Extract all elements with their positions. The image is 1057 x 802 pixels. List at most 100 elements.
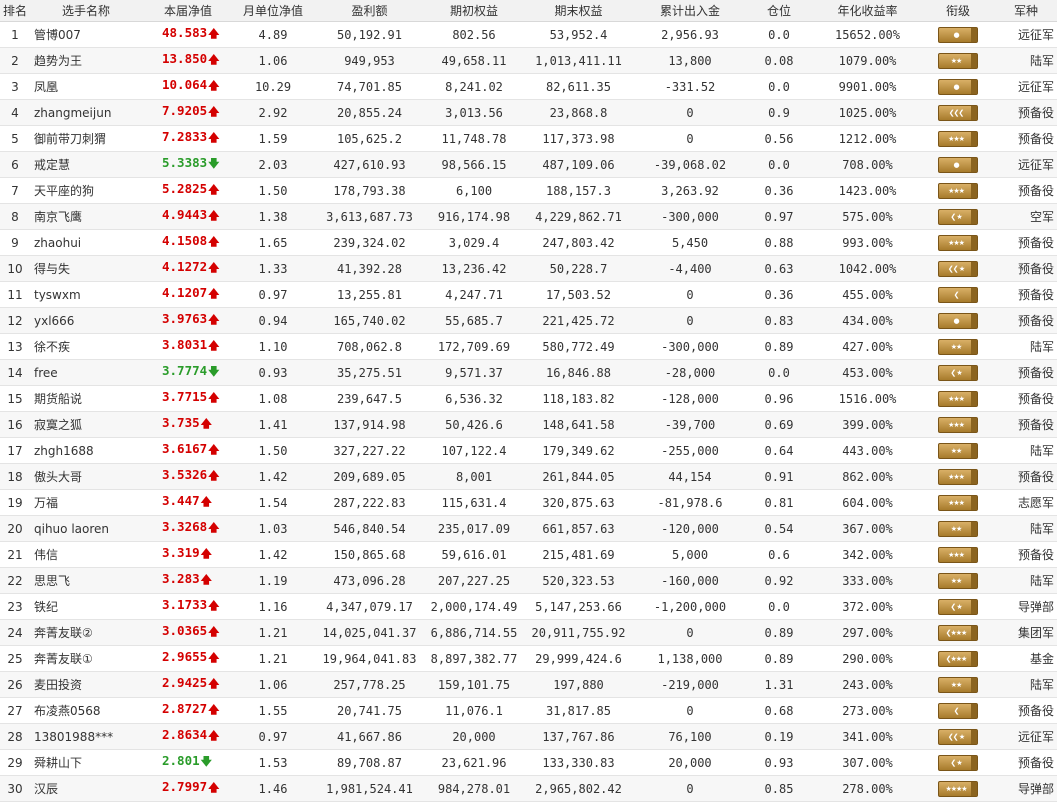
badge-insignia: ❮ ★ <box>950 212 962 221</box>
header-branch[interactable]: 军种 <box>995 0 1057 22</box>
player-name[interactable]: 奔菁友联② <box>30 619 142 646</box>
position-cell: 0.08 <box>744 47 814 74</box>
nav-value: 5.3383 <box>162 155 208 170</box>
monthly-nav-cell: 1.03 <box>234 515 312 542</box>
player-name[interactable]: 得与失 <box>30 255 142 282</box>
nav-value: 2.801 <box>162 753 200 768</box>
monthly-nav-cell: 1.54 <box>234 489 312 516</box>
table-row: 3 凤凰 10.064🡅 10.29 74,701.85 8,241.02 82,611.3… <box>0 73 1057 100</box>
player-name[interactable]: 舜耕山下 <box>30 749 142 776</box>
branch-cell: 预备役 <box>995 749 1057 776</box>
header-position[interactable]: 仓位 <box>744 0 814 22</box>
player-name[interactable]: free <box>30 359 142 386</box>
table-row: 7 天平座的狗 5.2825🡅 1.50 178,793.38 6,100 188,157.… <box>0 177 1057 204</box>
player-name[interactable]: yxl666 <box>30 307 142 334</box>
player-name[interactable]: zhgh1688 <box>30 437 142 464</box>
table-row: 11 tyswxm 4.1207🡅 0.97 13,255.81 4,247.71 17,5… <box>0 281 1057 308</box>
header-net-flow[interactable]: 累计出入金 <box>636 0 744 22</box>
player-name[interactable]: 期货船说 <box>30 385 142 412</box>
rank-badge-icon: ★★ <box>938 52 978 69</box>
rank-cell: 4 <box>0 99 30 126</box>
arrow-up-icon: 🡅 <box>208 521 220 534</box>
player-name[interactable]: 13801988*** <box>30 723 142 750</box>
nav-cell: 48.583🡅 <box>142 21 234 48</box>
profit-cell: 74,701.85 <box>312 73 427 100</box>
table-row: 4 zhangmeijun 7.9205🡅 2.92 20,855.24 3,013.56… <box>0 99 1057 126</box>
player-name[interactable]: 傲头大哥 <box>30 463 142 490</box>
monthly-nav-cell: 1.42 <box>234 541 312 568</box>
nav-value: 3.7774 <box>162 363 208 378</box>
player-name[interactable]: zhaohui <box>30 229 142 256</box>
profit-cell: 239,647.5 <box>312 385 427 412</box>
table-row: 23 铁纪 3.1733🡅 1.16 4,347,079.17 2,000,174.49 5… <box>0 593 1057 620</box>
monthly-nav-cell: 0.94 <box>234 307 312 334</box>
header-profit[interactable]: 盈利额 <box>312 0 427 22</box>
header-nav[interactable]: 本届净值 <box>142 0 234 22</box>
annual-return-cell: 399.00% <box>814 411 921 438</box>
branch-cell: 陆军 <box>995 515 1057 542</box>
rank-badge-icon: ★★ <box>938 520 978 537</box>
monthly-nav-cell: 1.41 <box>234 411 312 438</box>
player-name[interactable]: 凤凰 <box>30 73 142 100</box>
header-begin-equity[interactable]: 期初权益 <box>427 0 521 22</box>
net-flow-cell: 5,000 <box>636 541 744 568</box>
military-rank-cell: ● <box>921 21 995 48</box>
player-name[interactable]: 徐不疾 <box>30 333 142 360</box>
badge-cap <box>971 625 977 640</box>
player-name[interactable]: 麦田投资 <box>30 671 142 698</box>
rank-cell: 19 <box>0 489 30 516</box>
begin-equity-cell: 802.56 <box>427 21 521 48</box>
player-name[interactable]: qihuo laoren <box>30 515 142 542</box>
player-name[interactable]: 思思飞 <box>30 567 142 594</box>
player-name[interactable]: zhangmeijun <box>30 99 142 126</box>
header-rank[interactable]: 排名 <box>0 0 30 22</box>
badge-cap <box>971 235 977 250</box>
player-name[interactable]: 趋势为王 <box>30 47 142 74</box>
rank-badge-icon: ★★ <box>938 572 978 589</box>
header-annual-return[interactable]: 年化收益率 <box>814 0 921 22</box>
badge-cap <box>971 53 977 68</box>
player-name[interactable]: 寂寞之狐 <box>30 411 142 438</box>
end-equity-cell: 23,868.8 <box>521 99 636 126</box>
player-name[interactable]: 天平座的狗 <box>30 177 142 204</box>
nav-value: 7.9205 <box>162 103 208 118</box>
player-name[interactable]: 伟信 <box>30 541 142 568</box>
profit-cell: 50,192.91 <box>312 21 427 48</box>
branch-cell: 远征军 <box>995 73 1057 100</box>
player-name[interactable]: 万福 <box>30 489 142 516</box>
net-flow-cell: 0 <box>636 281 744 308</box>
profit-cell: 3,613,687.73 <box>312 203 427 230</box>
badge-cap <box>971 703 977 718</box>
header-name[interactable]: 选手名称 <box>30 0 142 22</box>
badge-insignia: ★★★ <box>948 394 965 403</box>
rank-cell: 24 <box>0 619 30 646</box>
profit-cell: 41,392.28 <box>312 255 427 282</box>
position-cell: 0.97 <box>744 203 814 230</box>
nav-value: 2.7997 <box>162 779 208 794</box>
annual-return-cell: 443.00% <box>814 437 921 464</box>
player-name[interactable]: 铁纪 <box>30 593 142 620</box>
player-name[interactable]: 管博007 <box>30 21 142 48</box>
nav-value: 4.1508 <box>162 233 208 248</box>
nav-value: 48.583 <box>162 25 208 40</box>
end-equity-cell: 137,767.86 <box>521 723 636 750</box>
rank-badge-icon: ● <box>938 156 978 173</box>
player-name[interactable]: 戒定慧 <box>30 151 142 178</box>
player-name[interactable]: 御前带刀刺猬 <box>30 125 142 152</box>
header-military-rank[interactable]: 衔级 <box>921 0 995 22</box>
military-rank-cell: ★★ <box>921 671 995 698</box>
player-name[interactable]: 奔菁友联① <box>30 645 142 672</box>
player-name[interactable]: 布凌燕0568 <box>30 697 142 724</box>
nav-value: 2.9425 <box>162 675 208 690</box>
military-rank-cell: ❮❮❮ <box>921 99 995 126</box>
player-name[interactable]: tyswxm <box>30 281 142 308</box>
header-end-equity[interactable]: 期末权益 <box>521 0 636 22</box>
annual-return-cell: 993.00% <box>814 229 921 256</box>
player-name[interactable]: 南京飞鹰 <box>30 203 142 230</box>
rank-cell: 8 <box>0 203 30 230</box>
military-rank-cell: ★★★ <box>921 125 995 152</box>
annual-return-cell: 1423.00% <box>814 177 921 204</box>
monthly-nav-cell: 1.50 <box>234 177 312 204</box>
table-row: 13 徐不疾 3.8031🡅 1.10 708,062.8 172,709.69 580,7… <box>0 333 1057 360</box>
header-monthly-nav[interactable]: 月单位净值 <box>234 0 312 22</box>
